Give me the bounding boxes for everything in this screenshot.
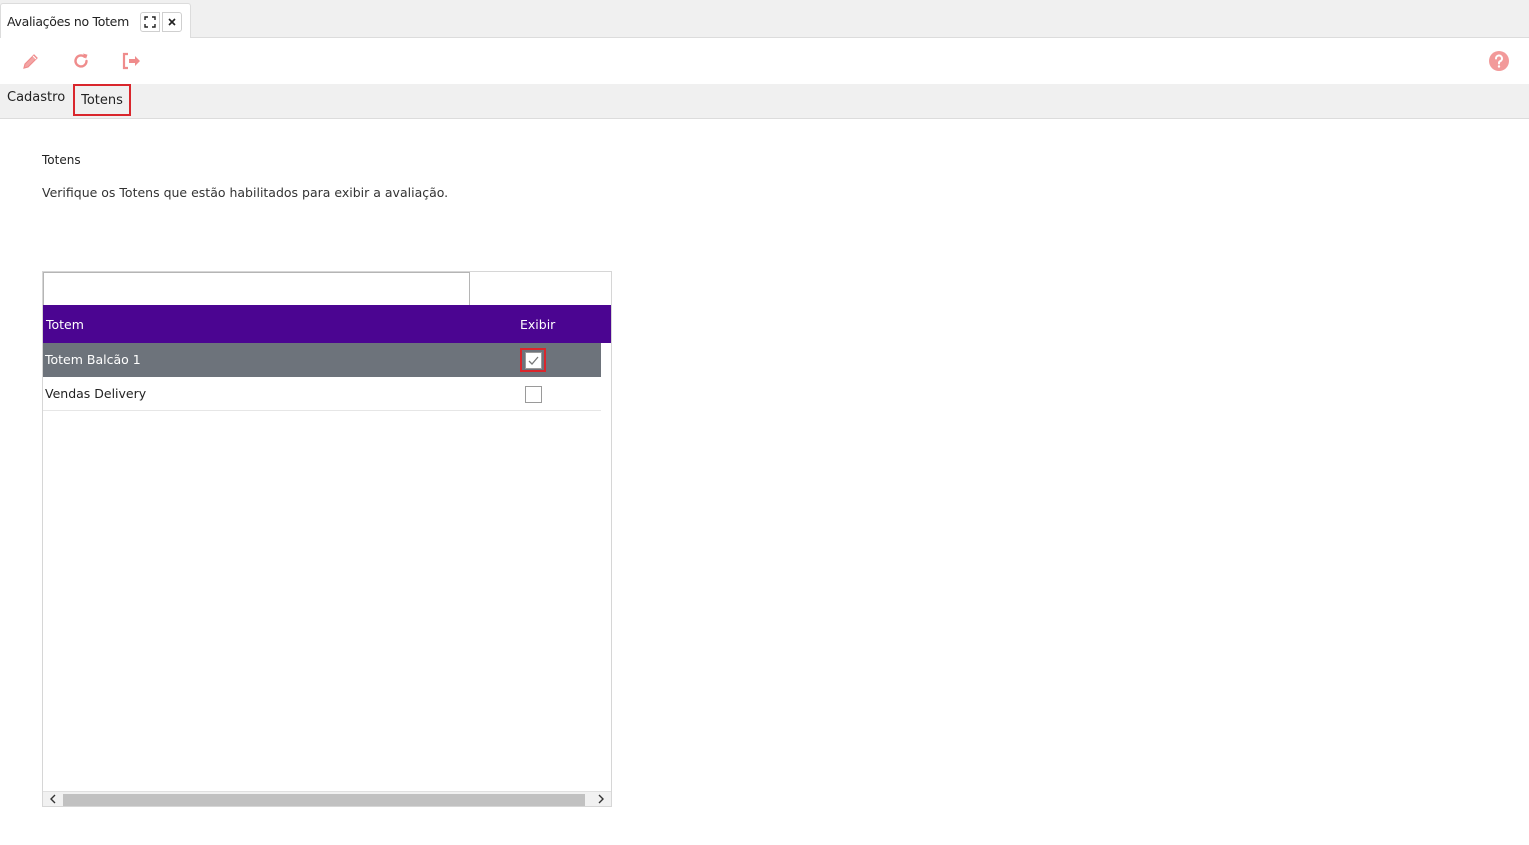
table-row[interactable]: Totem Balcão 1 <box>43 343 601 377</box>
chevron-right-icon[interactable] <box>592 792 610 806</box>
column-header-exibir[interactable]: Exibir <box>520 317 555 332</box>
sub-tab-bar: Cadastro Totens <box>0 84 1529 119</box>
toolbar <box>0 38 1529 84</box>
pencil-icon[interactable] <box>19 49 43 73</box>
column-header-totem[interactable]: Totem <box>46 317 84 332</box>
checkmark-icon <box>528 356 538 365</box>
grid-filter-input[interactable] <box>43 272 470 306</box>
grid-header: Totem Exibir <box>43 305 611 343</box>
exibir-checkbox[interactable] <box>524 351 542 369</box>
help-icon[interactable] <box>1487 49 1511 73</box>
exibir-checkbox-wrapper <box>520 348 546 372</box>
horizontal-scrollbar[interactable] <box>43 791 611 806</box>
exibir-checkbox[interactable] <box>524 385 542 403</box>
exibir-checkbox-wrapper <box>520 382 546 406</box>
close-icon[interactable] <box>162 12 182 32</box>
totens-grid: Totem Exibir Totem Balcão 1 Vendas Deliv… <box>42 271 612 807</box>
tab-totens[interactable]: Totens <box>73 84 131 116</box>
section-title: Totens <box>42 153 81 167</box>
row-totem-name: Vendas Delivery <box>45 386 147 401</box>
section-description: Verifique os Totens que estão habilitado… <box>42 185 449 200</box>
refresh-icon[interactable] <box>69 49 93 73</box>
row-totem-name: Totem Balcão 1 <box>45 352 141 367</box>
window-tab-strip: Avaliações no Totem <box>0 0 1529 38</box>
chevron-left-icon[interactable] <box>44 792 62 806</box>
document-tab[interactable]: Avaliações no Totem <box>0 3 191 38</box>
expand-icon[interactable] <box>140 12 160 32</box>
exit-icon[interactable] <box>119 49 143 73</box>
tab-cadastro[interactable]: Cadastro <box>7 90 65 105</box>
document-tab-title: Avaliações no Totem <box>7 14 129 29</box>
table-row[interactable]: Vendas Delivery <box>43 377 601 411</box>
scrollbar-thumb[interactable] <box>63 794 585 806</box>
